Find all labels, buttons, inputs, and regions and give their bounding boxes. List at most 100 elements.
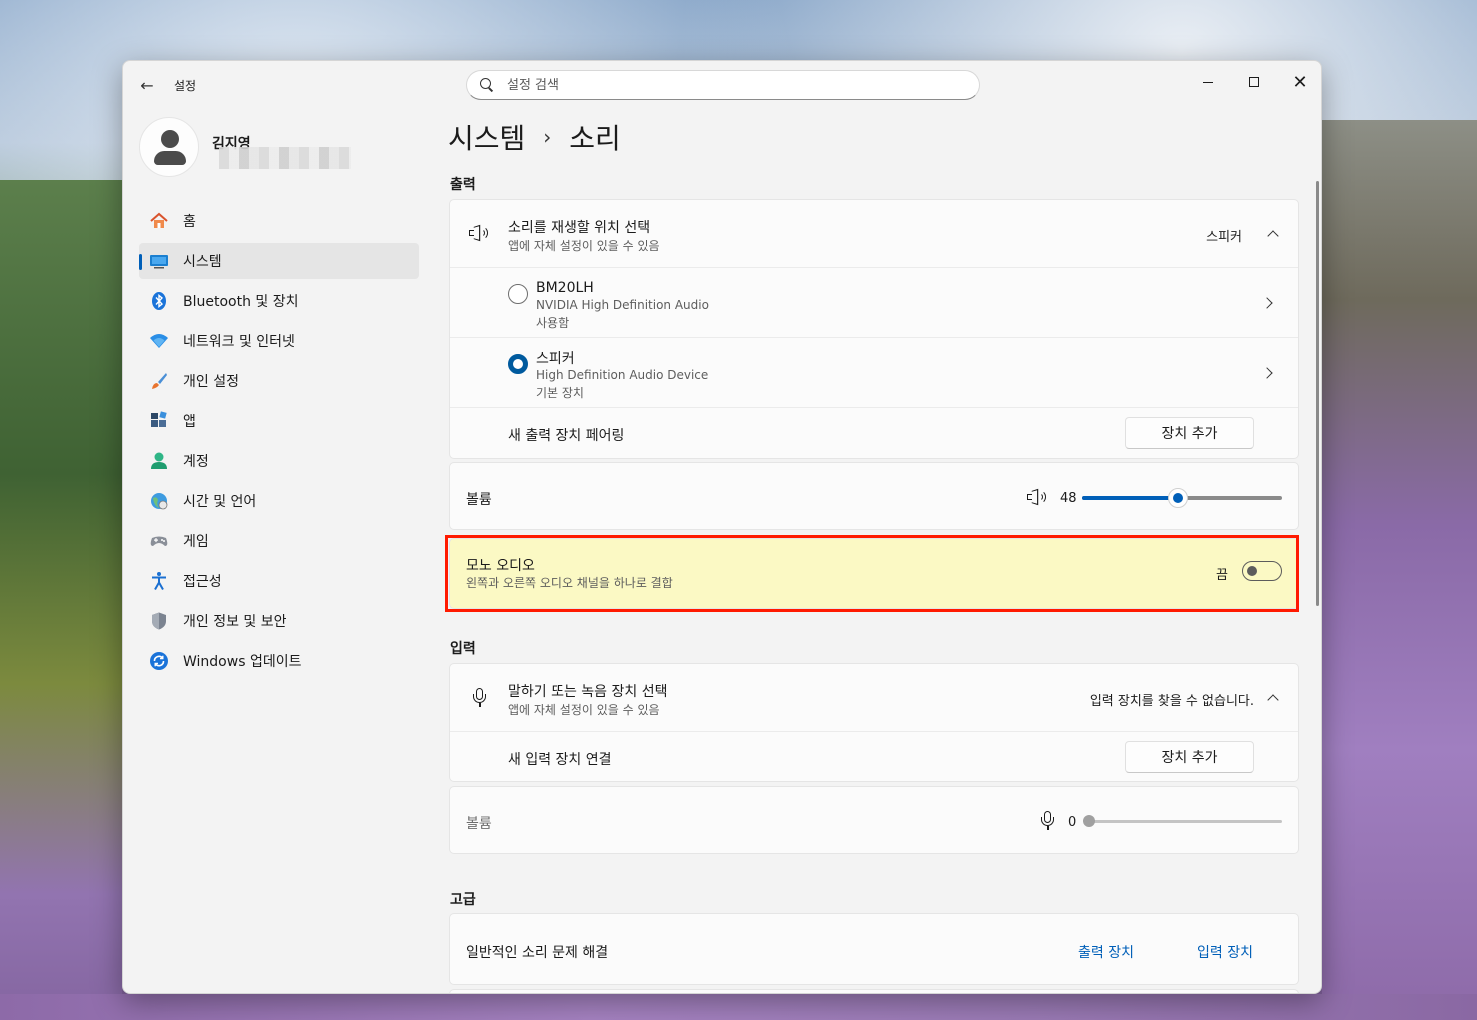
- device-status: 기본 장치: [536, 386, 584, 400]
- output-volume-label: 볼륨: [466, 492, 492, 508]
- connect-input-row: 새 입력 장치 연결 장치 추가: [450, 732, 1298, 782]
- content-scrollbar[interactable]: [1316, 181, 1319, 606]
- device-name: 스피커: [536, 351, 575, 367]
- sidebar-item-personalization[interactable]: 개인 설정: [139, 363, 419, 399]
- sidebar-item-label: 네트워크 및 인터넷: [183, 334, 295, 350]
- sidebar-item-label: 개인 정보 및 보안: [183, 614, 287, 630]
- speaker-icon: [468, 224, 488, 242]
- sidebar-item-privacy-security[interactable]: 개인 정보 및 보안: [139, 603, 419, 639]
- breadcrumb-parent[interactable]: 시스템: [448, 117, 525, 157]
- breadcrumb-separator: ›: [543, 125, 552, 149]
- next-card-partial: [449, 989, 1299, 993]
- device-status: 사용함: [536, 316, 570, 330]
- troubleshoot-card: 일반적인 소리 문제 해결 출력 장치 입력 장치: [449, 913, 1299, 985]
- sidebar-item-accounts[interactable]: 계정: [139, 443, 419, 479]
- microphone-icon: [472, 688, 486, 708]
- output-section-label: 출력: [450, 177, 476, 193]
- troubleshoot-label: 일반적인 소리 문제 해결: [466, 945, 609, 961]
- search-box[interactable]: [466, 70, 980, 100]
- desktop-wallpaper-right: [1322, 120, 1477, 1020]
- mono-audio-title: 모노 오디오: [466, 558, 535, 574]
- sidebar-item-network[interactable]: 네트워크 및 인터넷: [139, 323, 419, 359]
- troubleshoot-input-link[interactable]: 입력 장치: [1197, 942, 1253, 962]
- search-input[interactable]: [507, 77, 947, 93]
- input-current-device: 입력 장치를 찾을 수 없습니다.: [1089, 694, 1254, 709]
- device-driver: High Definition Audio Device: [536, 368, 709, 382]
- maximize-icon: [1249, 77, 1259, 87]
- sidebar-item-label: Bluetooth 및 장치: [183, 294, 299, 310]
- output-volume-thumb[interactable]: [1168, 488, 1188, 508]
- output-choose-row[interactable]: 소리를 재생할 위치 선택 앱에 자체 설정이 있을 수 있음 스피커: [450, 200, 1298, 268]
- connect-input-label: 새 입력 장치 연결: [508, 752, 612, 768]
- mono-audio-state: 끔: [1216, 568, 1228, 583]
- update-icon: [149, 651, 169, 671]
- back-arrow-icon: ←: [140, 75, 154, 95]
- maximize-button[interactable]: [1231, 67, 1277, 97]
- profile-email-redacted: [219, 147, 351, 169]
- output-device-row[interactable]: 스피커 High Definition Audio Device 기본 장치: [450, 338, 1298, 408]
- sidebar-nav: 홈 시스템 Bluetooth 및 장치 네트워크 및 인터넷 개인 설정 앱 …: [139, 203, 419, 683]
- output-volume-card: 볼륨 48: [449, 462, 1299, 530]
- apps-icon: [149, 411, 169, 431]
- sidebar-item-gaming[interactable]: 게임: [139, 523, 419, 559]
- close-button[interactable]: ✕: [1277, 67, 1321, 97]
- add-output-device-button[interactable]: 장치 추가: [1125, 417, 1254, 449]
- output-volume-slider[interactable]: [1082, 488, 1282, 508]
- sidebar-item-label: 계정: [183, 454, 209, 470]
- output-volume-fill: [1082, 496, 1178, 500]
- sidebar-item-bluetooth[interactable]: Bluetooth 및 장치: [139, 283, 419, 319]
- sidebar-item-label: 접근성: [183, 574, 222, 590]
- app-title: 설정: [174, 79, 197, 93]
- chevron-right-icon[interactable]: [1261, 367, 1273, 379]
- avatar-head: [161, 130, 179, 148]
- close-icon: ✕: [1292, 71, 1308, 93]
- title-bar: ← 설정 ✕: [123, 61, 1321, 107]
- input-volume-card: 볼륨 0: [449, 786, 1299, 854]
- account-icon: [149, 451, 169, 471]
- input-choose-row[interactable]: 말하기 또는 녹음 장치 선택 앱에 자체 설정이 있을 수 있음 입력 장치를…: [450, 664, 1298, 732]
- volume-speaker-icon[interactable]: [1026, 488, 1046, 506]
- sidebar-item-time-language[interactable]: 시간 및 언어: [139, 483, 419, 519]
- sidebar-item-apps[interactable]: 앱: [139, 403, 419, 439]
- shield-icon: [149, 611, 169, 631]
- add-input-device-button[interactable]: 장치 추가: [1125, 741, 1254, 773]
- volume-microphone-icon: [1040, 811, 1054, 831]
- home-icon: [149, 211, 169, 231]
- input-choose-title: 말하기 또는 녹음 장치 선택: [508, 684, 668, 700]
- device-radio-speaker[interactable]: [508, 354, 528, 374]
- sidebar-item-windows-update[interactable]: Windows 업데이트: [139, 643, 419, 679]
- mono-audio-card[interactable]: 모노 오디오 왼쪽과 오른쪽 오디오 채널을 하나로 결합 끔: [449, 538, 1299, 609]
- chevron-right-icon[interactable]: [1261, 297, 1273, 309]
- gamepad-icon: [149, 531, 169, 551]
- sidebar-item-label: 게임: [183, 534, 209, 550]
- troubleshoot-output-link[interactable]: 출력 장치: [1078, 942, 1134, 962]
- device-name: BM20LH: [536, 280, 594, 296]
- mono-audio-subtitle: 왼쪽과 오른쪽 오디오 채널을 하나로 결합: [466, 576, 673, 590]
- input-volume-label: 볼륨: [466, 816, 492, 832]
- chevron-up-icon[interactable]: [1267, 694, 1279, 706]
- breadcrumb: 시스템 › 소리: [448, 117, 621, 157]
- accessibility-icon: [149, 571, 169, 591]
- input-section-label: 입력: [450, 641, 476, 657]
- sidebar-item-home[interactable]: 홈: [139, 203, 419, 239]
- toggle-knob: [1247, 566, 1257, 576]
- device-driver: NVIDIA High Definition Audio: [536, 298, 709, 312]
- input-volume-thumb: [1080, 812, 1100, 832]
- user-profile[interactable]: 김지영: [139, 117, 419, 177]
- desktop-wallpaper-left: [0, 180, 122, 1020]
- sidebar-item-system[interactable]: 시스템: [139, 243, 419, 279]
- minimize-icon: [1203, 81, 1213, 83]
- minimize-button[interactable]: [1185, 67, 1231, 97]
- sidebar-item-accessibility[interactable]: 접근성: [139, 563, 419, 599]
- back-button[interactable]: ←: [135, 73, 159, 97]
- mono-audio-toggle[interactable]: [1242, 561, 1282, 581]
- sidebar-item-label: 시간 및 언어: [183, 494, 257, 510]
- sidebar-item-label: 개인 설정: [183, 374, 239, 390]
- output-device-row[interactable]: BM20LH NVIDIA High Definition Audio 사용함: [450, 268, 1298, 338]
- brush-icon: [149, 371, 169, 391]
- device-radio-bm20lh[interactable]: [508, 284, 528, 304]
- avatar-body: [154, 151, 186, 165]
- system-icon: [149, 251, 169, 271]
- sidebar-item-label: 앱: [183, 414, 196, 430]
- chevron-up-icon[interactable]: [1267, 230, 1279, 242]
